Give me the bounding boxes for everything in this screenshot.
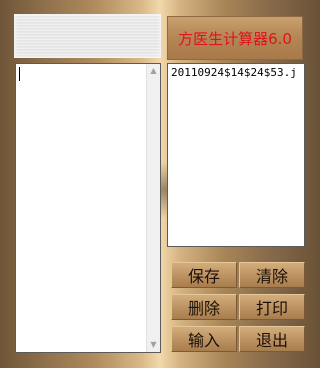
scroll-up-arrow-icon[interactable]: ▲ (147, 64, 160, 78)
clear-button[interactable]: 清除 (239, 262, 305, 288)
file-list[interactable]: 20110924$14$24$53.j (167, 63, 305, 247)
input-text (16, 64, 146, 352)
scroll-down-arrow-icon[interactable]: ▼ (147, 338, 160, 352)
file-list-item[interactable]: 20110924$14$24$53.j (168, 64, 304, 81)
title-button[interactable]: 方医生计算器6.0 (167, 16, 303, 60)
title-label: 方医生计算器6.0 (178, 29, 292, 48)
save-button[interactable]: 保存 (171, 262, 237, 288)
delete-button[interactable]: 删除 (171, 294, 237, 320)
vertical-scrollbar[interactable]: ▲ ▼ (146, 64, 160, 352)
exit-button[interactable]: 退出 (239, 326, 305, 352)
print-button[interactable]: 打印 (239, 294, 305, 320)
input-button[interactable]: 输入 (171, 326, 237, 352)
input-textarea[interactable]: ▲ ▼ (15, 63, 161, 353)
brushed-metal-panel (14, 14, 161, 58)
text-caret (19, 67, 20, 81)
